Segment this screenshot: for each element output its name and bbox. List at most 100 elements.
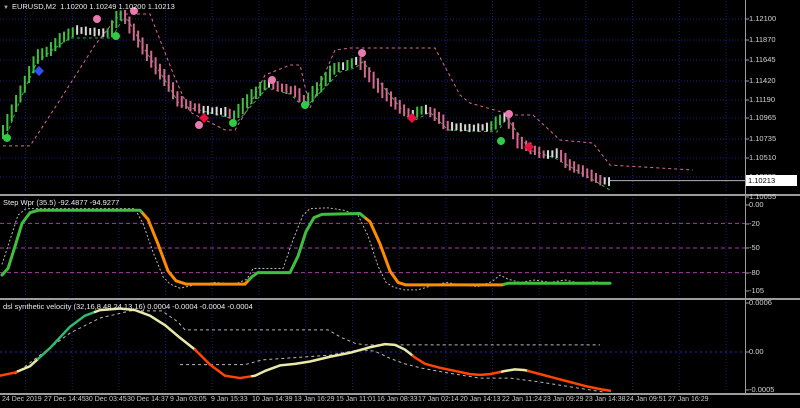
price-bar xyxy=(472,124,475,132)
price-bar xyxy=(193,103,196,112)
signal-marker xyxy=(34,65,44,76)
time-tick-label: 23 Jan 09:29 xyxy=(543,396,584,403)
time-tick-label: 30 Dec 14:37 xyxy=(127,396,169,403)
price-bar xyxy=(84,26,87,36)
price-bar xyxy=(254,86,257,99)
velocity-line xyxy=(500,368,530,373)
signal-marker xyxy=(358,49,366,58)
price-bar xyxy=(590,169,593,182)
price-bar xyxy=(512,122,515,140)
velocity-line xyxy=(411,354,504,377)
time-tick-label: 24 Dec 2019 xyxy=(2,396,42,403)
price-bar xyxy=(390,91,393,107)
price-bar xyxy=(102,28,105,37)
price-bar xyxy=(324,71,327,87)
time-tick-label: 17 Jan 02:14 xyxy=(418,396,459,403)
price-bar xyxy=(516,132,519,149)
price-bar xyxy=(494,116,497,130)
price-tick-label: 1.11645 xyxy=(749,55,776,64)
time-tick-label: 24 Jan 09:51 xyxy=(626,396,667,403)
price-bar xyxy=(185,99,188,109)
price-bar xyxy=(45,46,48,57)
time-scale[interactable]: 24 Dec 2019 27 Dec 14:45 30 Dec 03:45 30 De… xyxy=(0,395,800,408)
velocity-line xyxy=(193,348,254,380)
price-bar xyxy=(281,83,284,92)
price-bar xyxy=(533,145,536,156)
price-bar xyxy=(298,88,301,102)
price-bar xyxy=(93,27,96,37)
price-bar xyxy=(137,30,140,48)
price-tick-label: 0.00 xyxy=(749,200,764,209)
price-bar xyxy=(464,124,467,131)
price-bar xyxy=(603,177,606,185)
price-bar xyxy=(141,37,144,55)
price-bar xyxy=(594,173,597,183)
price-bar xyxy=(128,16,131,34)
price-bar xyxy=(398,99,401,114)
price-bar xyxy=(176,91,179,107)
price-bar xyxy=(63,31,66,43)
price-bar xyxy=(455,123,458,131)
price-bar xyxy=(289,86,292,95)
price-tick-label: 1.11190 xyxy=(749,95,775,104)
price-tick-label: 1.10735 xyxy=(749,134,777,143)
velocity-line xyxy=(0,370,20,377)
price-bar xyxy=(124,9,127,24)
price-bar xyxy=(163,68,166,86)
price-bar xyxy=(6,113,9,131)
price-tick-label: 1.12100 xyxy=(749,14,777,23)
signal-marker xyxy=(195,121,203,130)
price-bar xyxy=(19,85,22,103)
time-tick-label: 9 Jan 03:05 xyxy=(170,396,207,403)
dsl-level-dashed xyxy=(14,310,600,375)
time-tick-label: 30 Dec 03:45 xyxy=(85,396,127,403)
price-bar xyxy=(71,27,74,38)
price-bar xyxy=(451,122,454,131)
wpr-line xyxy=(141,212,251,286)
price-bar xyxy=(420,106,423,115)
price-bar xyxy=(311,86,314,102)
price-bar xyxy=(433,108,436,122)
price-bar xyxy=(568,159,571,171)
price-bar xyxy=(394,97,397,110)
chart-canvas[interactable] xyxy=(0,0,800,408)
price-bar xyxy=(481,124,484,131)
trail-stop-line xyxy=(3,13,694,171)
price-bar xyxy=(485,122,488,132)
wpr-indicator-label: Step Wpr (35.5) -92.4877 -94.9277 xyxy=(3,198,120,207)
price-bar xyxy=(333,62,336,75)
price-bar xyxy=(158,63,161,80)
price-tick-label: 0.0006 xyxy=(749,298,772,307)
price-bar xyxy=(237,103,240,118)
price-bar xyxy=(259,81,262,97)
velocity-line xyxy=(16,357,40,373)
signal-marker xyxy=(112,32,120,41)
price-bar xyxy=(608,177,611,186)
price-bar xyxy=(346,59,349,71)
price-bar xyxy=(337,62,340,73)
signal-marker xyxy=(505,109,513,118)
price-bar xyxy=(119,10,122,21)
signal-marker xyxy=(301,100,309,109)
price-bar xyxy=(538,146,541,159)
price-bar xyxy=(599,174,602,186)
price-bar xyxy=(294,85,297,98)
price-tick-label: 1.11870 xyxy=(749,35,776,44)
price-bar xyxy=(115,10,118,28)
price-bar xyxy=(224,106,227,117)
price-bar xyxy=(145,44,148,62)
dropdown-triangle-icon: ▼ xyxy=(3,5,9,11)
price-bar xyxy=(350,58,353,68)
price-bar xyxy=(560,149,563,163)
price-bar xyxy=(446,120,449,131)
price-bar xyxy=(372,71,375,89)
price-tick-label: 1.10510 xyxy=(749,153,777,162)
price-bar xyxy=(520,136,523,150)
signal-marker xyxy=(3,133,11,142)
price-scale[interactable]: 1.10213 1.12100 1.11870 1.11645 1.11420 1.11… xyxy=(745,0,800,395)
price-bar xyxy=(329,65,331,83)
mt4-chart-window: ▼ EURUSD,M2 1.10200 1.10249 1.10200 1.1021… xyxy=(0,0,800,408)
price-bar xyxy=(263,79,266,91)
price-tick-label: 1.11420 xyxy=(749,76,776,85)
price-bar xyxy=(246,94,249,109)
